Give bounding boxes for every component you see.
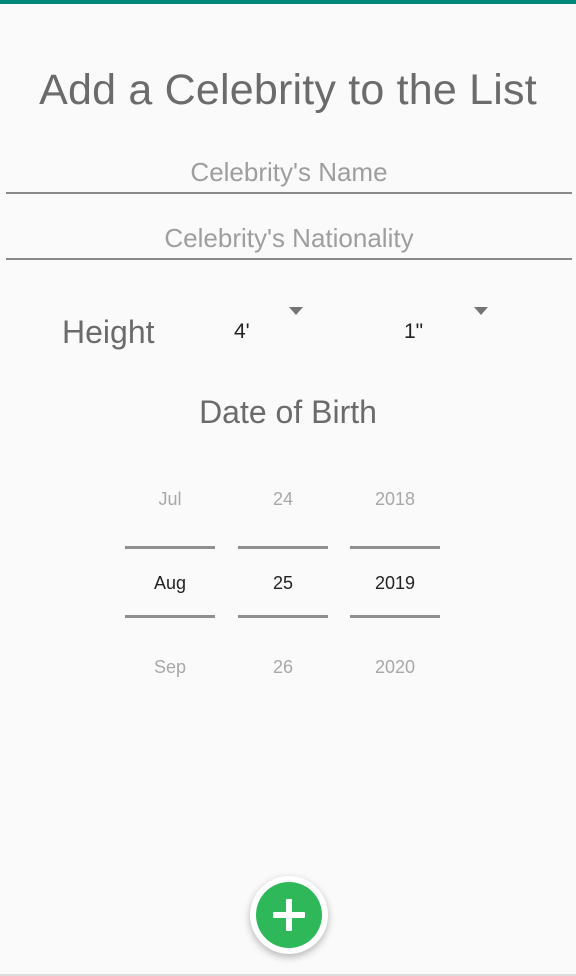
height-inches-value: 1" — [404, 320, 424, 343]
year-selected[interactable]: 2019 — [350, 573, 440, 594]
picker-divider — [350, 615, 440, 618]
picker-divider — [125, 546, 215, 549]
month-next-option[interactable]: Sep — [125, 657, 215, 678]
day-picker[interactable]: 24 25 26 — [238, 470, 328, 700]
celebrity-nationality-input[interactable] — [6, 214, 572, 258]
day-next-option[interactable]: 26 — [238, 657, 328, 678]
day-prev-option[interactable]: 24 — [238, 489, 328, 510]
dropdown-arrow-icon — [474, 307, 488, 315]
picker-divider — [350, 546, 440, 549]
celebrity-name-field[interactable] — [6, 148, 572, 194]
day-selected[interactable]: 25 — [238, 573, 328, 594]
height-inches-spinner[interactable]: 1" — [390, 300, 500, 360]
height-feet-spinner[interactable]: 4' — [220, 300, 320, 360]
fab-circle[interactable] — [256, 882, 322, 948]
picker-divider — [238, 615, 328, 618]
month-prev-option[interactable]: Jul — [125, 489, 215, 510]
celebrity-name-input[interactable] — [6, 148, 572, 192]
add-celebrity-button[interactable] — [250, 876, 328, 954]
year-prev-option[interactable]: 2018 — [350, 489, 440, 510]
year-next-option[interactable]: 2020 — [350, 657, 440, 678]
picker-divider — [238, 546, 328, 549]
month-selected[interactable]: Aug — [125, 573, 215, 594]
height-label: Height — [62, 314, 155, 350]
top-accent-bar — [0, 0, 576, 4]
year-picker[interactable]: 2018 2019 2020 — [350, 470, 440, 700]
height-feet-value: 4' — [234, 320, 250, 343]
add-celebrity-screen: Add a Celebrity to the List Height 4' 1"… — [0, 0, 576, 976]
date-of-birth-label: Date of Birth — [199, 394, 377, 430]
plus-icon — [273, 899, 305, 931]
month-picker[interactable]: Jul Aug Sep — [125, 470, 215, 700]
celebrity-nationality-field[interactable] — [6, 214, 572, 260]
page-title: Add a Celebrity to the List — [39, 66, 537, 114]
dropdown-arrow-icon — [289, 307, 303, 315]
picker-divider — [125, 615, 215, 618]
